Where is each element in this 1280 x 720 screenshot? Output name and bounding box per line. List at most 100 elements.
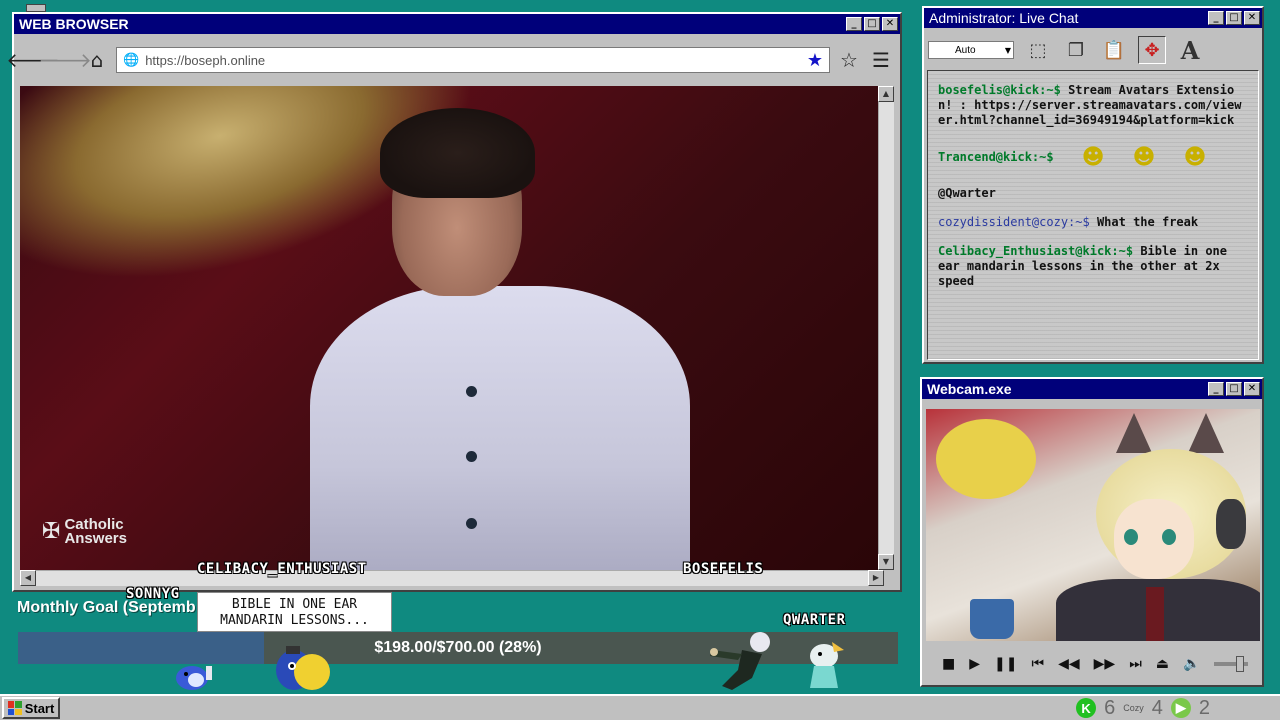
minimize-button[interactable]: _ — [846, 17, 862, 31]
emote-icon: ☻ — [1132, 144, 1156, 170]
blue-bird-avatar — [176, 666, 212, 690]
chat-message: Celibacy_Enthusiast@kick:~$ Bible in one… — [938, 244, 1248, 289]
paste-icon[interactable]: 📋 — [1100, 36, 1128, 64]
copy-icon[interactable]: ❐ — [1062, 36, 1090, 64]
move-arrows-icon[interactable]: ✥ — [1138, 36, 1166, 64]
rumble-icon[interactable]: ▶ — [1170, 698, 1191, 718]
chat-titlebar[interactable]: Administrator: Live Chat _ □ ✕ — [924, 8, 1262, 28]
chat-message: bosefelis@kick:~$ Stream Avatars Extensi… — [938, 83, 1248, 128]
maximize-button[interactable]: □ — [864, 17, 880, 31]
minimize-button[interactable]: _ — [1208, 382, 1224, 396]
kick-icon[interactable]: K — [1076, 698, 1097, 718]
font-icon[interactable]: A — [1176, 36, 1204, 65]
avatar-eye — [1124, 529, 1138, 545]
chat-message-text: What the freak — [1096, 215, 1199, 229]
bookmark-star-icon[interactable]: ★ — [807, 50, 823, 71]
volume-slider[interactable] — [1214, 656, 1248, 672]
taskbar: Start K 6 Cozy 4 ▶ 2 — [0, 694, 1280, 720]
start-button[interactable]: Start — [2, 697, 60, 719]
address-bar[interactable]: 🌐 https://boseph.online ★ — [116, 47, 830, 73]
webcam-title: Webcam.exe — [927, 381, 1012, 397]
scroll-down-arrow-icon[interactable]: ▼ — [878, 554, 894, 570]
chat-message: @Qwarter — [938, 186, 1248, 201]
browser-title: WEB BROWSER — [19, 16, 129, 32]
close-button[interactable]: ✕ — [1244, 11, 1260, 25]
forward-arrow-icon[interactable]: 🡒 — [38, 47, 92, 73]
emote-icon: ☻ — [1081, 144, 1105, 170]
plush-toy — [936, 419, 1036, 499]
chevron-down-icon: ▼ — [1004, 45, 1011, 55]
minimize-button[interactable]: _ — [1208, 11, 1224, 25]
cat-ear — [1116, 413, 1152, 453]
blue-pokemon-avatar — [276, 646, 330, 690]
chat-username: Celibacy_Enthusiast@kick:~$ — [938, 244, 1134, 258]
speaker-hair — [380, 108, 535, 198]
emote-icon: ☻ — [1183, 144, 1207, 170]
rumble-viewer-count: 2 — [1198, 696, 1210, 719]
skip-forward-icon[interactable]: ⏭ — [1129, 656, 1142, 672]
chat-message: Trancend@kick:~$ ☻ ☻ ☻ — [938, 142, 1248, 172]
cozy-viewer-count: 4 — [1151, 696, 1163, 719]
close-button[interactable]: ✕ — [1244, 382, 1260, 396]
select-marquee-icon[interactable]: ⬚ — [1024, 36, 1052, 64]
chat-message: cozydissident@cozy:~$ What the freak — [938, 215, 1248, 230]
play-icon[interactable]: ▶ — [969, 656, 980, 672]
maximize-button[interactable]: □ — [1226, 382, 1242, 396]
live-chat-window: Administrator: Live Chat _ □ ✕ Auto ▼ ⬚ … — [922, 6, 1264, 364]
kick-viewer-count: 6 — [1104, 696, 1116, 719]
cat-ear — [1188, 413, 1224, 453]
webcam-view — [926, 409, 1260, 641]
shirt-button — [466, 451, 477, 462]
eject-icon[interactable]: ⏏ — [1156, 656, 1169, 672]
chat-username: cozydissident@cozy:~$ — [938, 215, 1090, 229]
catholic-answers-logo: ✠ Catholic Answers — [42, 516, 127, 547]
close-button[interactable]: ✕ — [882, 17, 898, 31]
favorites-star-icon[interactable]: ☆ — [836, 47, 862, 73]
webcam-window: Webcam.exe _ □ ✕ ■ ▶ ❚❚ ⏮ ◀◀ ▶▶ ⏭ ⏏ 🔈 — [920, 377, 1264, 687]
fast-forward-icon[interactable]: ▶▶ — [1094, 656, 1116, 672]
maximize-button[interactable]: □ — [1226, 11, 1242, 25]
browser-navbar: 🡐 🡒 ⌂ 🌐 https://boseph.online ★ ☆ ☰ — [6, 42, 900, 78]
ghost-character-avatar — [810, 642, 844, 688]
chat-toolbar: Auto ▼ ⬚ ❐ 📋 ✥ A — [924, 30, 1262, 70]
system-tray: K 6 Cozy 4 ▶ 2 — [1076, 696, 1210, 720]
home-icon[interactable]: ⌂ — [84, 47, 110, 73]
chat-title: Administrator: Live Chat — [929, 10, 1079, 26]
volume-icon[interactable]: 🔈 — [1183, 656, 1200, 672]
avatar-label-celibacy: CELIBACY_ENTHUSIAST — [197, 561, 367, 577]
pause-icon[interactable]: ❚❚ — [994, 656, 1017, 672]
chat-username: bosefelis@kick:~$ — [938, 83, 1061, 97]
speech-bubble: BIBLE IN ONE EAR MANDARIN LESSONS... — [197, 592, 392, 632]
shirt-button — [466, 386, 477, 397]
headphone — [1216, 499, 1246, 549]
scroll-up-arrow-icon[interactable]: ▲ — [878, 86, 894, 102]
webcam-titlebar[interactable]: Webcam.exe _ □ ✕ — [922, 379, 1262, 399]
media-controls: ■ ▶ ❚❚ ⏮ ◀◀ ▶▶ ⏭ ⏏ 🔈 — [926, 647, 1260, 681]
mug — [970, 599, 1014, 639]
url-text: https://boseph.online — [145, 52, 266, 68]
speaker-body — [310, 286, 690, 570]
chat-username: Trancend@kick:~$ — [938, 149, 1054, 164]
video-viewport[interactable]: ✠ Catholic Answers — [20, 86, 884, 570]
shirt-button — [466, 518, 477, 529]
avatar-label-sonny: SONNYG — [126, 586, 180, 602]
cozy-icon[interactable]: Cozy — [1123, 703, 1144, 713]
browser-window: WEB BROWSER _ □ ✕ 🡐 🡒 ⌂ 🌐 https://boseph… — [6, 12, 902, 592]
rewind-icon[interactable]: ◀◀ — [1058, 656, 1080, 672]
chat-messages[interactable]: bosefelis@kick:~$ Stream Avatars Extensi… — [927, 70, 1259, 360]
menu-hamburger-icon[interactable]: ☰ — [868, 47, 894, 73]
browser-titlebar[interactable]: WEB BROWSER _ □ ✕ — [14, 14, 900, 34]
windows-logo-icon — [7, 701, 22, 715]
auto-select-dropdown[interactable]: Auto ▼ — [928, 41, 1014, 59]
avatar-tie — [1146, 587, 1164, 641]
chat-message-text: @Qwarter — [938, 186, 996, 200]
globe-icon: 🌐 — [123, 52, 140, 68]
avatar-label-qwarter: QWARTER — [783, 612, 846, 628]
avatar-eye — [1162, 529, 1176, 545]
desktop-icon[interactable] — [26, 4, 46, 12]
stop-icon[interactable]: ■ — [942, 656, 955, 672]
vertical-scrollbar[interactable]: ▲ ▼ — [878, 86, 894, 570]
scroll-right-arrow-icon[interactable]: ▶ — [868, 570, 884, 586]
skip-back-icon[interactable]: ⏮ — [1031, 656, 1044, 672]
scroll-left-arrow-icon[interactable]: ◀ — [20, 570, 36, 586]
